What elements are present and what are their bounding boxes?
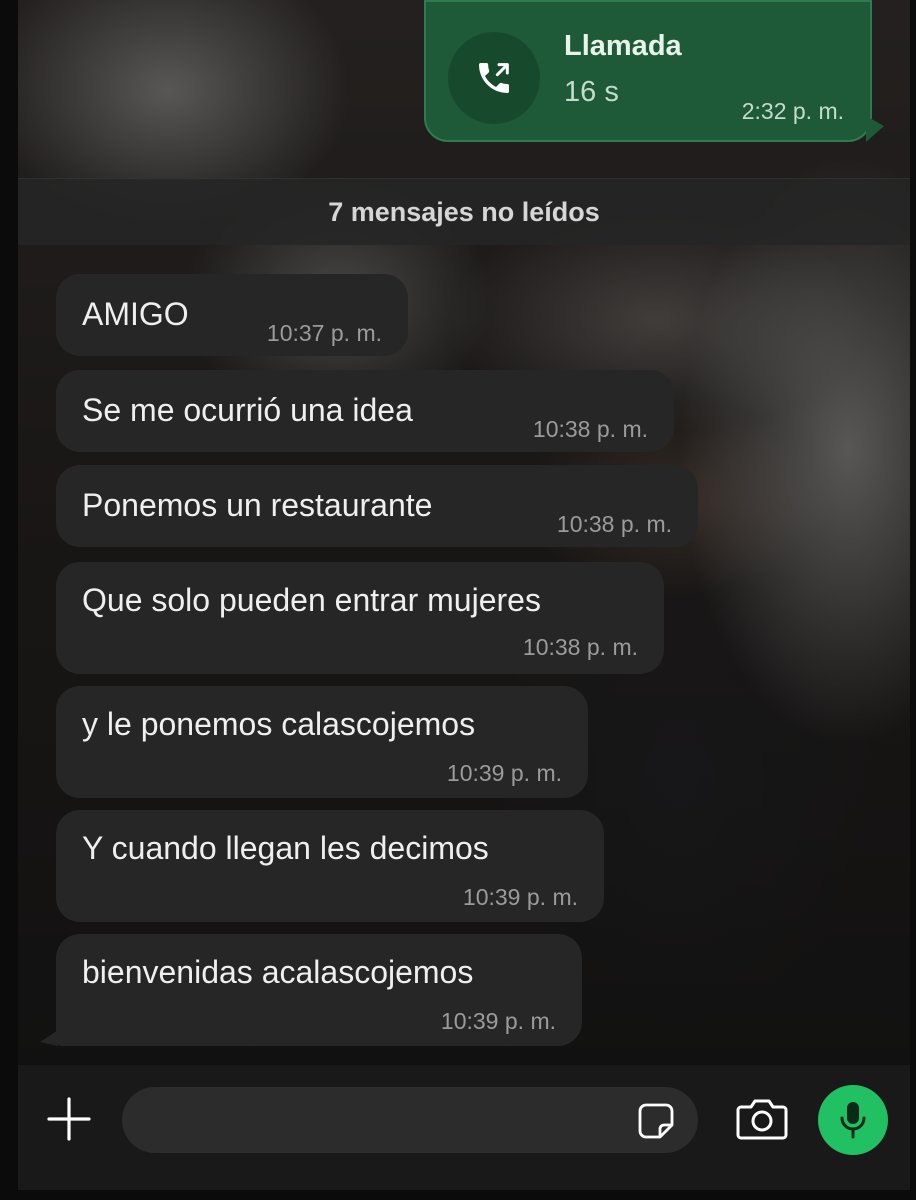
outgoing-call-icon (479, 63, 509, 93)
message-bubble[interactable]: AMIGO 10:37 p. m. (56, 274, 408, 356)
call-duration: 16 s (564, 76, 619, 108)
sticker-button[interactable] (636, 1101, 676, 1141)
call-title: Llamada (564, 30, 682, 62)
message-time: 10:37 p. m. (266, 320, 382, 346)
unread-messages-banner: 7 mensajes no leídos (18, 178, 910, 245)
camera-icon (736, 1099, 788, 1140)
message-bubble-tail (40, 1030, 58, 1046)
message-text: AMIGO (82, 296, 189, 332)
message-bubble[interactable]: Ponemos un restaurante 10:38 p. m. (56, 465, 698, 547)
message-time: 10:38 p. m. (556, 511, 672, 537)
message-bubble[interactable]: Y cuando llegan les decimos 10:39 p. m. (56, 810, 604, 922)
chat-screen: Llamada 16 s 2:32 p. m. 7 mensajes no le… (18, 0, 910, 1190)
camera-button[interactable] (734, 1096, 790, 1142)
message-text: Que solo pueden entrar mujeres (82, 582, 541, 618)
call-icon-container (448, 32, 540, 124)
call-time: 2:32 p. m. (741, 98, 844, 124)
call-message-bubble[interactable]: Llamada 16 s 2:32 p. m. (424, 0, 872, 142)
message-time: 10:38 p. m. (522, 634, 638, 660)
message-text: bienvenidas acalascojemos (82, 954, 474, 990)
message-bubble[interactable]: Se me ocurrió una idea 10:38 p. m. (56, 370, 674, 452)
call-bubble-tail (866, 116, 884, 142)
microphone-icon (840, 1102, 866, 1139)
plus-icon (47, 1097, 91, 1141)
sticker-icon (638, 1103, 674, 1139)
composer-bar (18, 1065, 910, 1190)
message-text: y le ponemos calascojemos (82, 706, 476, 742)
voice-message-button[interactable] (818, 1085, 888, 1155)
message-bubble[interactable]: bienvenidas acalascojemos 10:39 p. m. (56, 934, 582, 1046)
message-text: Y cuando llegan les decimos (82, 830, 489, 866)
message-bubble[interactable]: Que solo pueden entrar mujeres 10:38 p. … (56, 562, 664, 674)
attach-button[interactable] (46, 1096, 92, 1142)
message-bubble[interactable]: y le ponemos calascojemos 10:39 p. m. (56, 686, 588, 798)
unread-messages-text: 7 mensajes no leídos (328, 196, 600, 227)
message-time: 10:39 p. m. (446, 760, 562, 786)
message-text: Se me ocurrió una idea (82, 392, 413, 428)
message-time: 10:38 p. m. (532, 416, 648, 442)
message-input[interactable] (122, 1087, 698, 1153)
message-time: 10:39 p. m. (462, 884, 578, 910)
chat-background: Llamada 16 s 2:32 p. m. 7 mensajes no le… (18, 0, 910, 1190)
message-time: 10:39 p. m. (440, 1008, 556, 1034)
message-text: Ponemos un restaurante (82, 487, 433, 523)
